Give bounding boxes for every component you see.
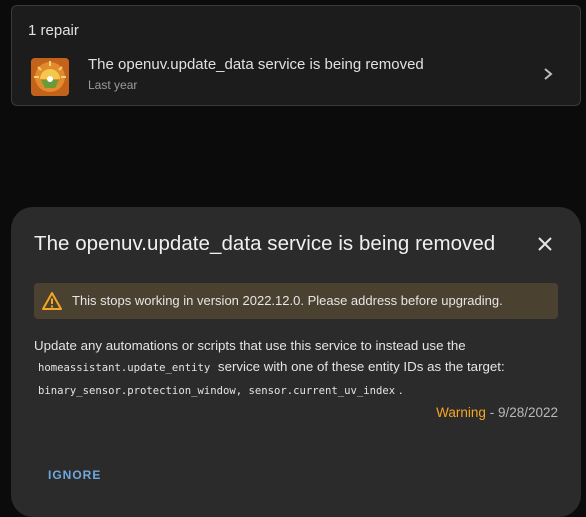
repair-item-subtitle: Last year — [88, 78, 138, 92]
warning-text: This stops working in version 2022.12.0.… — [72, 293, 503, 308]
repairs-count-header: 1 repair — [28, 22, 79, 39]
dialog-title: The openuv.update_data service is being … — [34, 232, 496, 255]
description-end: . — [398, 382, 403, 397]
severity-label: Warning — [436, 405, 486, 420]
entity-ids-code: binary_sensor.protection_window, sensor.… — [38, 385, 396, 397]
warning-alert: This stops working in version 2022.12.0.… — [34, 283, 558, 319]
repair-dialog: The openuv.update_data service is being … — [11, 207, 581, 517]
service-code: homeassistant.update_entity — [38, 362, 211, 374]
issue-meta: Warning - 9/28/2022 — [436, 405, 558, 420]
close-icon[interactable] — [535, 234, 555, 254]
ignore-button[interactable]: IGNORE — [48, 468, 101, 482]
issue-date: 9/28/2022 — [497, 405, 558, 420]
openuv-logo-icon — [31, 58, 69, 96]
dialog-description: Update any automations or scripts that u… — [34, 335, 564, 402]
repair-item-title: The openuv.update_data service is being … — [88, 56, 424, 73]
repair-list-item[interactable]: The openuv.update_data service is being … — [12, 46, 580, 104]
warning-triangle-icon — [42, 292, 62, 310]
repairs-card: 1 repair The openuv.update_data service … — [11, 5, 581, 106]
meta-separator: - — [485, 405, 498, 420]
description-line-1: Update any automations or scripts that u… — [34, 338, 466, 353]
chevron-right-icon — [544, 68, 553, 80]
description-line-2: service with one of these entity IDs as … — [217, 359, 505, 374]
